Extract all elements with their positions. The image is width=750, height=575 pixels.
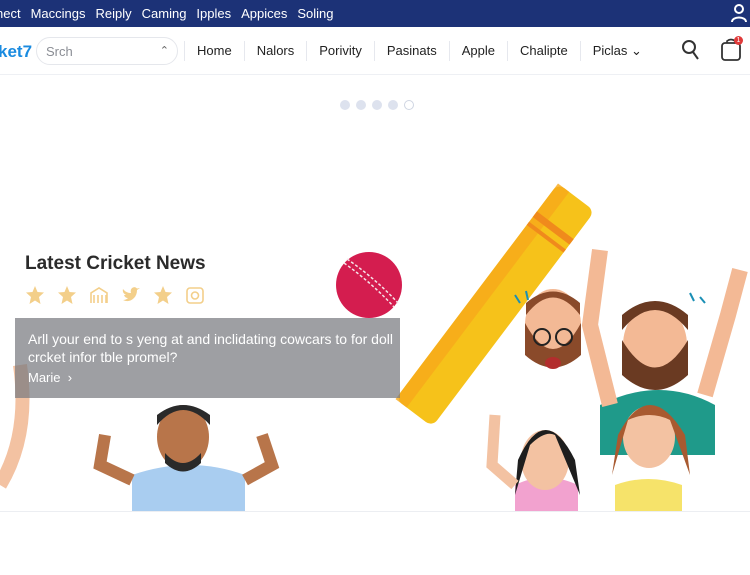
chevron-right-icon: ›	[67, 370, 73, 385]
top-link-2[interactable]: Maccings	[31, 6, 86, 21]
nav-item-7-label: Piclas	[592, 43, 628, 58]
stadium-icon[interactable]	[89, 285, 109, 305]
section-divider	[0, 511, 750, 512]
top-link-7[interactable]: Soling	[297, 6, 333, 21]
search-icon[interactable]	[680, 39, 700, 61]
star-icon[interactable]	[153, 285, 173, 305]
hero-description: Arll your end to s yeng at and inclidati…	[28, 331, 393, 365]
hero-caption-panel: Arll your end to s yeng at and inclidati…	[15, 318, 400, 398]
nav-item-2[interactable]: Nalors	[243, 41, 307, 61]
chevron-down-icon: ⌄	[631, 43, 642, 58]
cricket-ball-illustration	[336, 252, 402, 318]
read-more-label: Marie	[28, 370, 61, 385]
chevron-up-icon[interactable]: ⌃	[160, 44, 169, 57]
search-input[interactable]	[46, 38, 146, 64]
nav-item-3[interactable]: Porivity	[306, 41, 374, 61]
hero-icons	[25, 285, 205, 305]
top-link-6[interactable]: Appices	[241, 6, 287, 21]
fan-illustration-center	[93, 405, 280, 511]
search-box: ⌃	[36, 37, 178, 65]
instagram-icon[interactable]	[185, 285, 205, 305]
top-links: nect Maccings Reiply Caming Ipples Appic…	[0, 6, 334, 21]
nav-item-7[interactable]: Piclas ⌄	[579, 41, 654, 61]
nav-item-5[interactable]: Apple	[448, 41, 507, 61]
top-link-3[interactable]: Reiply	[96, 6, 132, 21]
twitter-icon[interactable]	[121, 285, 141, 305]
fan-illustration-pink	[486, 414, 580, 511]
hero-title: Latest Cricket News	[25, 253, 206, 274]
fan-illustration-glasses	[525, 289, 581, 369]
star-icon[interactable]	[25, 285, 45, 305]
star-icon[interactable]	[57, 285, 77, 305]
nav-item-6[interactable]: Chalipte	[507, 41, 580, 61]
nav-menu: Home Nalors Porivity Pasinats Apple Chal…	[184, 37, 654, 65]
nav-item-home[interactable]: Home	[184, 41, 244, 61]
user-icon[interactable]	[730, 3, 748, 23]
logo[interactable]: ket7	[0, 42, 32, 62]
main-nav: ket7 ⌃ Home Nalors Porivity Pasinats App…	[0, 27, 750, 75]
cart-badge: 1	[734, 36, 743, 45]
top-link-5[interactable]: Ipples	[196, 6, 231, 21]
top-bar: nect Maccings Reiply Caming Ipples Appic…	[0, 0, 750, 27]
top-link-1[interactable]: nect	[0, 6, 21, 21]
top-link-4[interactable]: Caming	[142, 6, 187, 21]
read-more-link[interactable]: Marie ›	[28, 370, 72, 385]
nav-item-4[interactable]: Pasinats	[373, 41, 449, 61]
